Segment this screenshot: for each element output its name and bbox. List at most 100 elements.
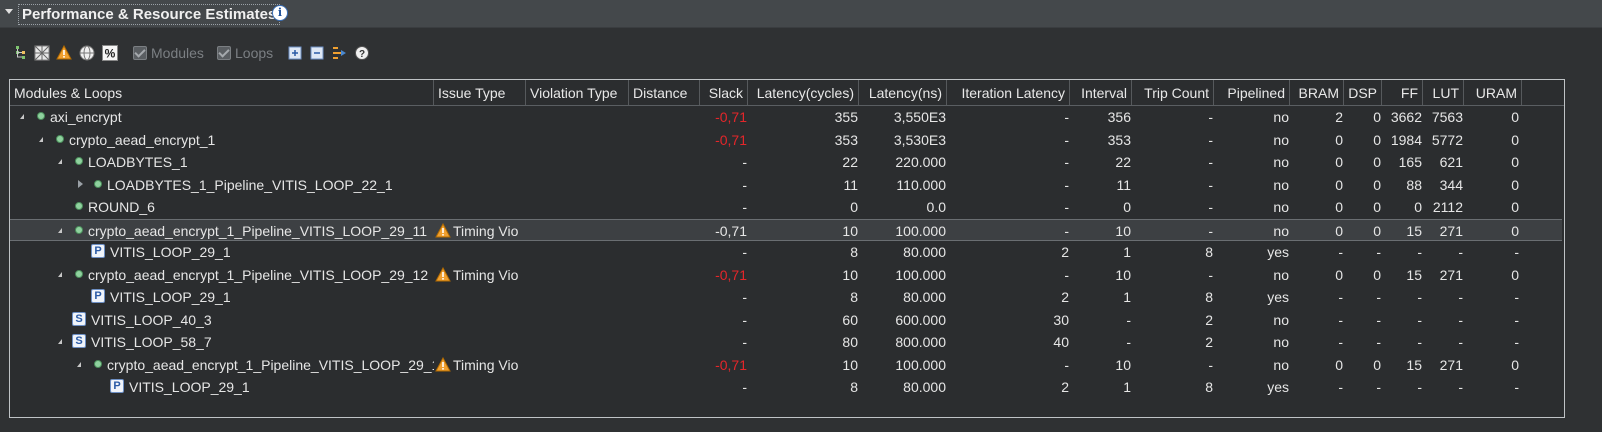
col-pipelined-header[interactable]: Pipelined [1214, 80, 1290, 105]
col-issue-type-header[interactable]: Issue Type [434, 80, 526, 105]
collapse-all-icon[interactable] [310, 44, 324, 62]
loops-checkbox[interactable]: Loops [217, 44, 273, 62]
uram-value: 0 [1511, 266, 1519, 283]
table-row[interactable]: P VITIS_LOOP_29_1 - 8 80.000 2 1 8 yes - - - - - [10, 376, 1562, 398]
iteration-latency-value: 40 [1053, 334, 1069, 350]
interval-value: 1 [1123, 244, 1131, 260]
interval-value: 1 [1123, 379, 1131, 395]
table-row[interactable]: P VITIS_LOOP_29_1 - 8 80.000 2 1 8 yes - - - - - [10, 241, 1562, 263]
row-name[interactable]: VITIS_LOOP_29_1 [110, 241, 437, 263]
uram-value: - [1514, 334, 1519, 350]
percent-icon[interactable]: % [102, 44, 118, 62]
table-row[interactable]: ROUND_6 - 0 0.0 - 0 - no 0 0 0 2112 0 [10, 196, 1562, 218]
expanded-arrow-icon[interactable] [39, 136, 43, 142]
grid-icon[interactable] [34, 44, 50, 62]
expanded-arrow-icon[interactable] [58, 339, 62, 344]
col-slack-header[interactable]: Slack [700, 80, 748, 105]
expanded-arrow-icon[interactable] [58, 271, 62, 277]
pipelined-value: no [1273, 334, 1289, 350]
row-name[interactable]: LOADBYTES_1 [88, 151, 434, 173]
col-interval-header[interactable]: Interval [1070, 80, 1132, 105]
row-name[interactable]: VITIS_LOOP_29_1 [110, 286, 437, 308]
table-row[interactable]: crypto_aead_encrypt_1 -0,71 353 3,530E3 - 353… [10, 129, 1562, 151]
trip-count-value: 8 [1205, 289, 1213, 305]
help-icon[interactable]: ? [355, 44, 369, 62]
uram-value: 0 [1511, 222, 1519, 239]
table-row[interactable]: LOADBYTES_1_Pipeline_VITIS_LOOP_22_1 - 11 1… [10, 174, 1562, 196]
col-latency-cycles-header[interactable]: Latency(cycles) [748, 80, 859, 105]
uram-value: 0 [1511, 109, 1519, 125]
row-name[interactable]: VITIS_LOOP_58_7 [91, 331, 437, 353]
issue-type[interactable]: Timing Vio [453, 264, 525, 286]
table-row[interactable]: crypto_aead_encrypt_1_Pipeline_VITIS_LOO… [10, 264, 1562, 286]
iteration-latency-value: - [1064, 154, 1069, 170]
expanded-arrow-icon[interactable] [20, 114, 24, 119]
pipelined-value: no [1273, 356, 1289, 373]
slack-value: -0,71 [715, 356, 747, 373]
lut-value: 271 [1439, 356, 1463, 373]
collapse-arrow-icon[interactable] [5, 9, 13, 14]
collapsed-arrow-icon[interactable] [78, 179, 83, 188]
col-trip-count-header[interactable]: Trip Count [1132, 80, 1214, 105]
col-uram-header[interactable]: URAM [1464, 80, 1522, 105]
lut-value: - [1458, 244, 1463, 260]
ff-value: 3662 [1390, 109, 1422, 125]
col-violation-type-header[interactable]: Violation Type [526, 80, 629, 105]
trip-count-value: - [1208, 356, 1213, 373]
latency-cycles-value: 8 [850, 244, 858, 260]
export-icon[interactable] [332, 44, 348, 62]
ff-value: 15 [1406, 356, 1422, 373]
uram-value: 0 [1511, 356, 1519, 373]
row-name[interactable]: crypto_aead_encrypt_1_Pipeline_VITIS_LOO… [107, 354, 434, 376]
pipeline-loop-icon: P [110, 379, 124, 393]
col-distance-header[interactable]: Distance [629, 80, 700, 105]
iteration-latency-value: - [1064, 131, 1069, 148]
hierarchy-icon[interactable] [14, 44, 28, 62]
slack-value: - [742, 334, 747, 350]
col-lut-header[interactable]: LUT [1423, 80, 1464, 105]
trip-count-value: - [1208, 176, 1213, 193]
expand-all-icon[interactable] [288, 44, 302, 62]
table-row[interactable]: LOADBYTES_1 - 22 220.000 - 22 - no 0 0 165 621 0 [10, 151, 1562, 173]
modules-checkbox[interactable]: Modules [133, 44, 204, 62]
trip-count-value: - [1208, 109, 1213, 125]
table-row[interactable]: S VITIS_LOOP_40_3 - 60 600.000 30 - 2 no - - - - - [10, 309, 1562, 331]
issue-type[interactable]: Timing Vio [453, 354, 525, 376]
latency-ns-value: 600.000 [895, 311, 946, 328]
col-iteration-latency-header[interactable]: Iteration Latency [947, 80, 1070, 105]
row-name[interactable]: crypto_aead_encrypt_1_Pipeline_VITIS_LOO… [88, 264, 434, 286]
row-name[interactable]: ROUND_6 [88, 196, 434, 218]
table-row[interactable]: crypto_aead_encrypt_1_Pipeline_VITIS_LOO… [10, 218, 1562, 242]
row-name[interactable]: crypto_aead_encrypt_1_Pipeline_VITIS_LOO… [88, 220, 434, 242]
row-name[interactable]: crypto_aead_encrypt_1 [69, 129, 434, 151]
table-row[interactable]: axi_encrypt -0,71 355 3,550E3 - 356 - no 2 0 3662 7… [10, 106, 1562, 128]
bram-value: 0 [1335, 154, 1343, 170]
row-name[interactable]: VITIS_LOOP_29_1 [129, 376, 437, 398]
warning-filter-icon[interactable] [56, 44, 72, 62]
table-row[interactable]: S VITIS_LOOP_58_7 - 80 800.000 40 - 2 no - - - - - [10, 331, 1562, 353]
row-name[interactable]: axi_encrypt [50, 106, 434, 128]
col-modules-loops-header[interactable]: Modules & Loops [10, 80, 434, 105]
row-name[interactable]: LOADBYTES_1_Pipeline_VITIS_LOOP_22_1 [107, 174, 434, 196]
modules-label: Modules [151, 45, 204, 61]
col-bram-header[interactable]: BRAM [1290, 80, 1344, 105]
info-icon[interactable]: i [272, 5, 288, 21]
latency-ns-value: 220.000 [895, 154, 946, 170]
pipelined-value: yes [1267, 289, 1289, 305]
uram-value: 0 [1511, 131, 1519, 148]
interval-value: 22 [1115, 154, 1131, 170]
col-dsp-header[interactable]: DSP [1344, 80, 1382, 105]
expanded-arrow-icon[interactable] [58, 227, 62, 233]
col-latency-ns-header[interactable]: Latency(ns) [859, 80, 947, 105]
interval-value: 353 [1107, 131, 1131, 148]
panel-title[interactable]: Performance & Resource Estimates [18, 4, 281, 25]
slack-value: - [742, 311, 747, 328]
expanded-arrow-icon[interactable] [58, 159, 62, 164]
col-ff-header[interactable]: FF [1382, 80, 1423, 105]
table-row[interactable]: crypto_aead_encrypt_1_Pipeline_VITIS_LOO… [10, 354, 1562, 376]
table-row[interactable]: P VITIS_LOOP_29_1 - 8 80.000 2 1 8 yes - - - - - [10, 286, 1562, 308]
expanded-arrow-icon[interactable] [77, 361, 81, 367]
globe-icon[interactable] [79, 44, 95, 62]
issue-type[interactable]: Timing Vio [453, 220, 525, 242]
row-name[interactable]: VITIS_LOOP_40_3 [91, 309, 437, 331]
